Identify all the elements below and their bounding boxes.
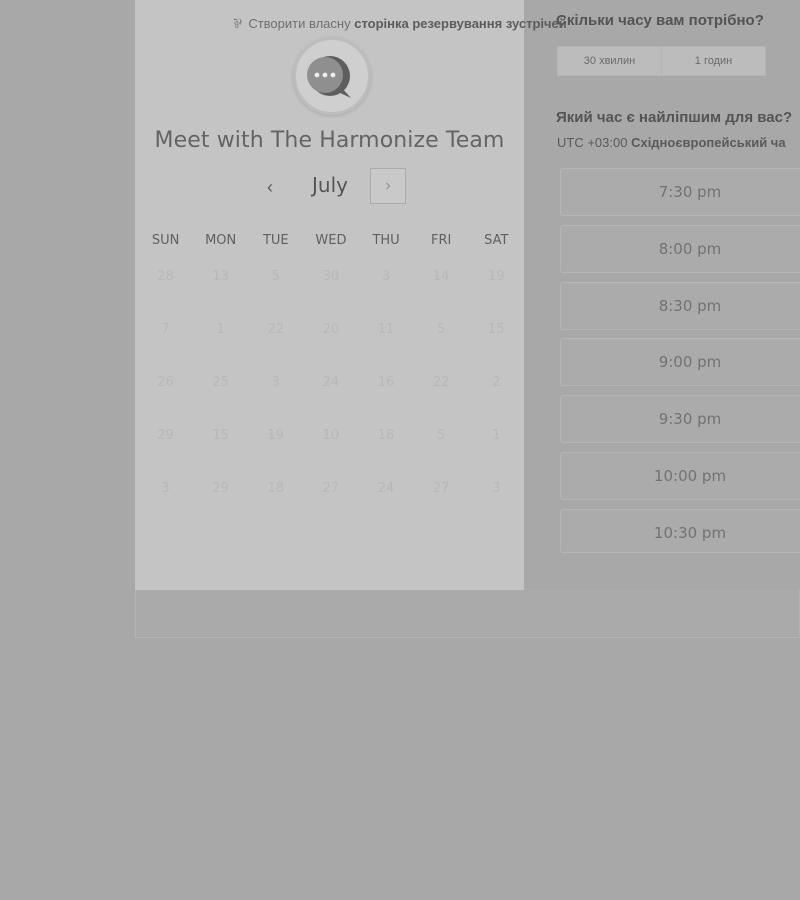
calendar-day: 24 [377, 481, 395, 496]
calendar-day: 5 [437, 322, 446, 337]
duration-option-1-hour[interactable]: 1 годин [661, 47, 765, 75]
weekday-label: MON [205, 233, 237, 248]
sprocket-icon: ⅌ [233, 16, 242, 31]
calendar-day: 26 [157, 375, 174, 390]
timezone-offset: UTC +03:00 [557, 135, 628, 150]
calendar-day: 5 [437, 428, 446, 443]
month-label: July [312, 173, 348, 197]
calendar-day: 27 [322, 481, 340, 496]
calendar-day: 15 [488, 322, 505, 337]
calendar-week: 29 15 19 10 18 5 1 [138, 428, 524, 443]
calendar-day: 18 [267, 481, 285, 496]
calendar-day: 24 [322, 375, 340, 390]
calendar-week: 3 29 18 27 24 27 3 [138, 481, 524, 496]
time-slot-button[interactable]: 7:30 pm [560, 168, 800, 216]
calendar-day: 22 [267, 322, 285, 337]
time-slot-button[interactable]: 10:30 pm [560, 509, 800, 553]
previous-month-button[interactable]: ‹ [258, 172, 282, 202]
weekday-label: FRI [431, 233, 452, 248]
chat-bubble-avatar-icon [293, 37, 371, 115]
booking-options-panel: Скільки часу вам потрібно? 30 хвилин 1 г… [556, 0, 800, 590]
time-slot-button[interactable]: 8:00 pm [560, 225, 800, 273]
calendar-day: 3 [271, 375, 280, 390]
time-slot-button[interactable]: 9:30 pm [560, 395, 800, 443]
calendar-day: 25 [212, 375, 229, 390]
calendar-day: 15 [212, 428, 229, 443]
calendar-day: 19 [267, 428, 285, 443]
weekday-label: WED [315, 233, 347, 248]
weekday-label: TUE [262, 233, 289, 248]
calendar-day: 29 [212, 481, 229, 496]
duration-selector: 30 хвилин 1 годин [557, 46, 766, 76]
time-slot-button[interactable]: 9:00 pm [560, 338, 800, 386]
timezone-name: Східноєвропейський ча [631, 135, 786, 150]
weekday-label: SUN [151, 233, 180, 248]
meeting-title: Meet with The Harmonize Team [154, 128, 505, 153]
calendar-day: 13 [212, 269, 229, 284]
create-booking-page-link[interactable]: ⅌ Створити власну сторінка резервування … [0, 14, 800, 32]
calendar-day: 22 [432, 375, 450, 390]
footer-link-text: сторінка резервування зустрічей [354, 16, 567, 31]
calendar-week: 26 25 3 24 16 22 2 [138, 375, 524, 390]
calendar-day: 16 [377, 375, 395, 390]
time-question: Який час є найліпшим для вас? [556, 109, 793, 126]
weekday-label: THU [372, 233, 400, 248]
calendar-day: 1 [492, 428, 501, 443]
calendar-day: 10 [322, 428, 340, 443]
calendar-day: 18 [377, 428, 395, 443]
calendar-day: 11 [377, 322, 395, 337]
time-slot-button[interactable]: 10:00 pm [560, 452, 800, 500]
calendar-day: 1 [216, 322, 225, 337]
duration-option-30-minutes[interactable]: 30 хвилин [558, 47, 661, 75]
calendar-panel: Meet with The Harmonize Team ‹ July › SU… [135, 0, 524, 590]
weekday-header: SUN MON TUE WED THU FRI SAT [138, 233, 524, 248]
calendar-week: 7 1 22 20 11 5 15 [138, 322, 524, 337]
calendar-day: 14 [432, 269, 450, 284]
timezone-selector[interactable]: UTC +03:00 Східноєвропейський ча [557, 135, 786, 150]
time-slot-button[interactable]: 8:30 pm [560, 282, 800, 330]
calendar-day: 28 [157, 269, 174, 284]
calendar-day: 2 [492, 375, 501, 390]
calendar-day: 20 [322, 322, 340, 337]
calendar-week: 28 13 5 30 3 14 19 [138, 269, 524, 284]
calendar-day: 3 [381, 269, 391, 284]
calendar-day: 30 [322, 269, 340, 284]
calendar-day: 3 [161, 481, 170, 496]
next-month-button[interactable]: › [370, 168, 406, 204]
calendar-day: 5 [271, 269, 280, 284]
calendar-day: 3 [492, 481, 501, 496]
calendar-day: 7 [161, 322, 170, 337]
calendar-day: 27 [432, 481, 450, 496]
weekday-label: SAT [484, 233, 509, 248]
calendar-day: 19 [488, 269, 505, 284]
calendar-day: 29 [157, 428, 174, 443]
footer-text: Створити власну [248, 16, 351, 31]
footer-bar [135, 590, 800, 638]
